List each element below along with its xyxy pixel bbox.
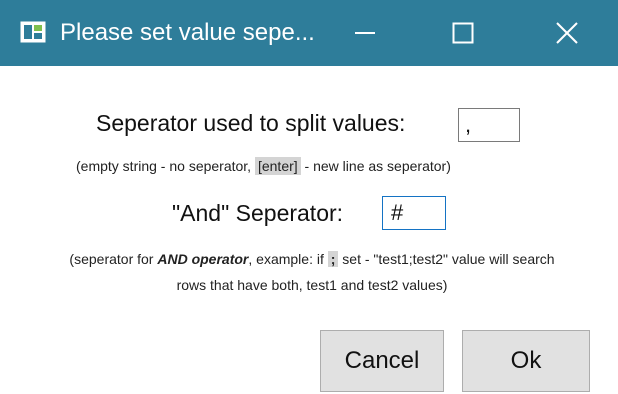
dialog-content: Seperator used to split values: , (empty… — [0, 66, 618, 394]
close-icon — [556, 22, 578, 44]
cancel-button[interactable]: Cancel — [320, 330, 444, 392]
maximize-icon — [452, 22, 474, 44]
and-hint-suffix: set - "test1;test2" value will search — [338, 251, 555, 267]
separator-hint-prefix: (empty string - no seperator, — [76, 158, 255, 174]
enter-key-chip: [enter] — [254, 157, 301, 175]
ok-button[interactable]: Ok — [462, 330, 590, 392]
close-button[interactable] — [532, 0, 602, 66]
window-title: Please set value sepe... — [60, 19, 315, 46]
dialog-window: Please set value sepe... Seperator used … — [0, 0, 618, 394]
and-hint-line2: rows that have both, test1 and test2 val… — [176, 277, 448, 293]
and-hint-mid: , example: if — [248, 251, 328, 267]
minimize-button[interactable] — [330, 0, 400, 66]
separator-label: Seperator used to split values: — [96, 110, 406, 136]
separator-input[interactable]: , — [458, 108, 520, 142]
and-operator-text: AND operator — [157, 251, 249, 267]
app-icon — [20, 21, 46, 43]
and-hint-line1: (seperator for AND operator, example: if… — [14, 246, 610, 272]
title-bar[interactable]: Please set value sepe... — [0, 0, 618, 66]
semicolon-chip: ; — [327, 251, 339, 267]
and-separator-input[interactable]: # — [382, 196, 446, 230]
maximize-button[interactable] — [428, 0, 498, 66]
and-hint-prefix: (seperator for — [69, 251, 158, 267]
separator-hint: (empty string - no seperator, [enter] - … — [76, 157, 451, 175]
separator-hint-suffix: - new line as seperator) — [300, 158, 451, 174]
minimize-icon — [355, 32, 375, 34]
and-separator-label: "And" Seperator: — [172, 200, 344, 226]
and-separator-hint: (seperator for AND operator, example: if… — [14, 246, 610, 298]
